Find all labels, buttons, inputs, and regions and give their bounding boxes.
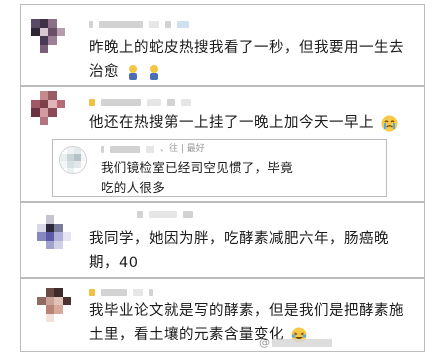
username-blurred[interactable] bbox=[137, 211, 193, 218]
person-emoji-icon bbox=[150, 65, 159, 80]
comment-card-5: 我毕业论文就是写的酵素，但是我们是把酵素施 土里，看土壤的元素含量变化 @ bbox=[20, 278, 425, 352]
comment-text: 我同学，她因为胖，吃酵素减肥六年，肠癌晚 期，40 bbox=[89, 231, 389, 271]
comment-text: 他还在热搜第一上挂了一晚上加今天一早上 bbox=[89, 111, 398, 135]
comment-card-1: 昨晚上的蛇皮热搜我看了一秒，但我要用一生去 治愈 bbox=[20, 4, 425, 86]
user-avatar[interactable] bbox=[31, 91, 65, 125]
person-emoji-icon bbox=[129, 65, 138, 80]
weibo-watermark: @ bbox=[259, 336, 332, 349]
comment-text: 我毕业论文就是写的酵素，但是我们是把酵素施 土里，看土壤的元素含量变化 bbox=[89, 303, 404, 343]
username-blurred[interactable] bbox=[89, 99, 191, 106]
user-avatar[interactable] bbox=[31, 19, 65, 53]
user-avatar[interactable] bbox=[37, 215, 71, 249]
username-blurred[interactable] bbox=[89, 21, 189, 28]
comment-text: 昨晚上的蛇皮热搜我看了一秒，但我要用一生去 治愈 bbox=[89, 40, 404, 80]
crying-emoji-icon bbox=[381, 115, 398, 131]
user-avatar[interactable] bbox=[59, 146, 87, 174]
reply-username[interactable]: 、往 | 最好 bbox=[101, 144, 205, 154]
user-avatar[interactable] bbox=[37, 288, 71, 322]
reply-card: 、往 | 最好 我们镜检室已经司空见惯了，毕竟 吃的人很多 bbox=[52, 139, 387, 197]
username-blurred[interactable] bbox=[89, 289, 153, 296]
comment-card-4: 我同学，她因为胖，吃酵素减肥六年，肠癌晚 期，40 bbox=[20, 202, 425, 278]
reply-meta: 、往 | 最好 bbox=[160, 144, 205, 154]
comment-text: 我们镜检室已经司空见惯了，毕竟 吃的人很多 bbox=[101, 160, 294, 195]
